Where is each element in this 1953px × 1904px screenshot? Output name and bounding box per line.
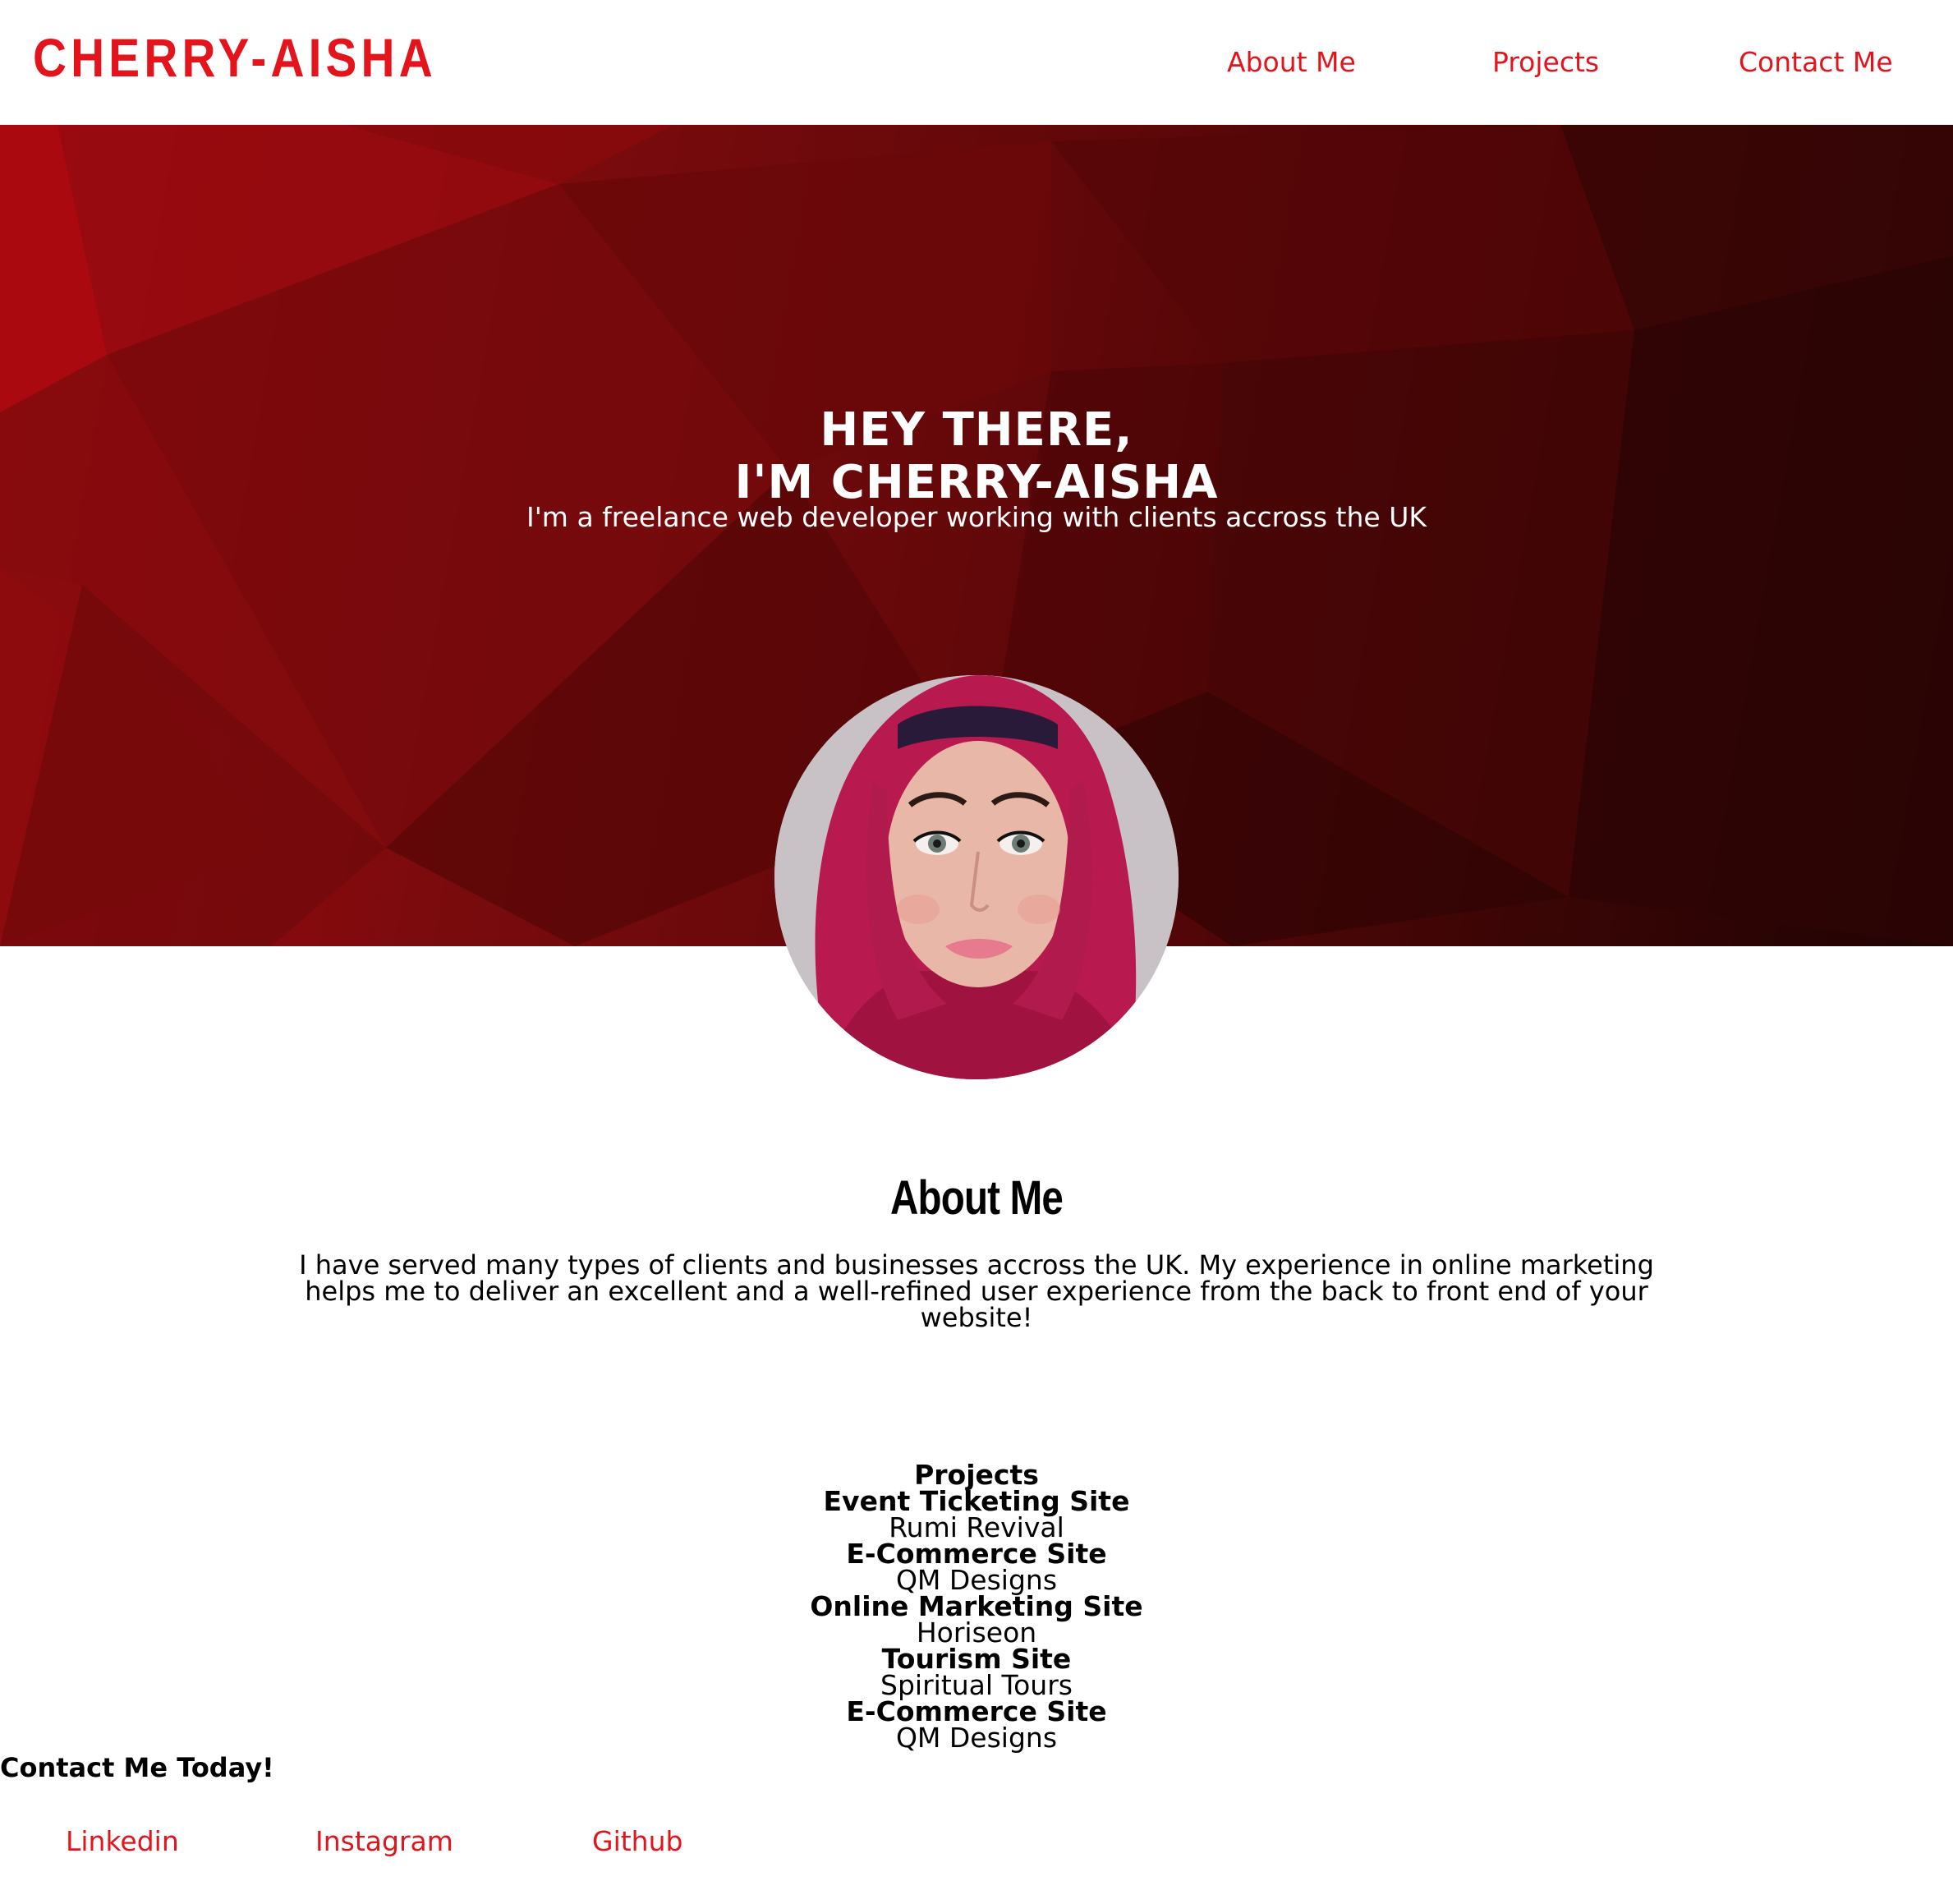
profile-photo — [774, 675, 1179, 1079]
projects-section: Projects Event Ticketing Site Rumi Reviv… — [0, 1461, 1953, 1754]
project-item[interactable]: Tourism Site Spiritual Tours — [0, 1645, 1953, 1699]
hero-title-line-1: HEY THERE, — [820, 403, 1133, 457]
about-heading: About Me — [889, 1171, 1064, 1225]
contact-heading: Contact Me Today! — [0, 1752, 274, 1783]
project-item[interactable]: E-Commerce Site QM Designs — [0, 1540, 1953, 1594]
project-item[interactable]: E-Commerce Site QM Designs — [0, 1698, 1953, 1754]
project-item[interactable]: Event Ticketing Site Rumi Revival — [0, 1488, 1953, 1541]
project-name: QM Designs — [895, 1722, 1058, 1754]
site-header: CHERRY-AISHA About Me Projects Contact M… — [0, 0, 1953, 125]
profile-photo-illustration — [774, 675, 1179, 1079]
hero-subtitle: I'm a freelance web developer working wi… — [526, 501, 1427, 533]
github-link[interactable]: Github — [592, 1824, 682, 1860]
linkedin-link[interactable]: Linkedin — [66, 1824, 179, 1860]
project-item[interactable]: Online Marketing Site Horiseon — [0, 1593, 1953, 1646]
nav-link-projects[interactable]: Projects — [1492, 43, 1599, 82]
site-logo[interactable]: CHERRY-AISHA — [33, 25, 437, 90]
about-text: I have served many types of clients and … — [299, 1249, 1654, 1333]
nav-link-about-me[interactable]: About Me — [1227, 43, 1356, 82]
nav-link-contact-me[interactable]: Contact Me — [1739, 43, 1893, 82]
instagram-link[interactable]: Instagram — [315, 1824, 453, 1860]
hero-title: HEY THERE, I'M CHERRY-AISHA — [0, 404, 1953, 509]
